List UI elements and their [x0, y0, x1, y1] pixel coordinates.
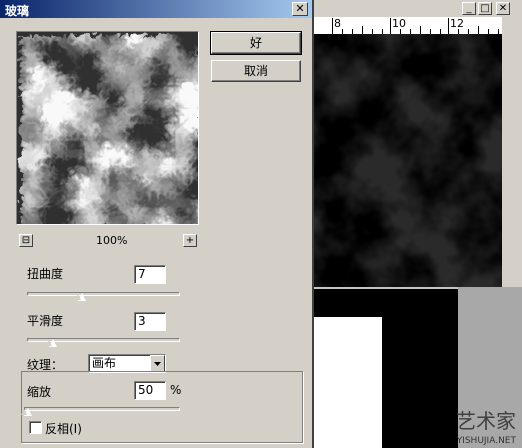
smoothness-input[interactable]: 3	[134, 312, 166, 331]
dialog-title: 玻璃	[5, 4, 30, 18]
ruler-label: 10	[392, 17, 406, 30]
invert-checkbox[interactable]	[29, 421, 42, 434]
maximize-icon: □	[480, 3, 490, 14]
distortion-input[interactable]: 7	[134, 265, 166, 284]
distortion-label: 扭曲度	[27, 267, 64, 281]
zoom-out-button[interactable]: ⊟	[19, 234, 33, 247]
zoom-in-icon: +	[185, 235, 195, 246]
zoom-in-button[interactable]: +	[183, 234, 197, 247]
scaling-label: 缩放	[27, 385, 52, 399]
document-canvas	[312, 34, 502, 287]
texture-selected-value: 画布	[92, 356, 117, 370]
invert-label: 反相(I)	[45, 422, 82, 436]
close-icon: ✕	[498, 3, 508, 14]
zoom-out-icon: ⊟	[21, 235, 31, 246]
minimize-icon: _	[466, 3, 472, 14]
ruler-label: 12	[450, 17, 464, 30]
cancel-button[interactable]: 取消	[211, 60, 301, 82]
distortion-slider-thumb[interactable]	[74, 293, 86, 301]
scaling-input[interactable]: 50	[134, 381, 166, 400]
smoothness-slider-thumb[interactable]	[45, 339, 57, 347]
maximize-button[interactable]: □	[478, 2, 492, 15]
zoom-level: 100%	[96, 234, 128, 247]
ruler-label: 8	[334, 17, 341, 30]
document-close-button[interactable]: ✕	[496, 2, 510, 15]
document-titlebar: _ □ ✕	[312, 0, 522, 17]
dropdown-button[interactable]	[150, 355, 165, 372]
ok-button[interactable]: 好	[210, 31, 302, 55]
watermark-logo: 艺术家	[456, 409, 516, 433]
scaling-slider-thumb[interactable]	[21, 408, 32, 416]
glass-filter-dialog: 玻璃 ✕ ⊟ 100% + 好 取消 扭曲度 7 平滑度 3 纹理： 画布 缩放…	[0, 0, 314, 448]
minimize-button[interactable]: _	[462, 2, 476, 15]
close-button[interactable]: ✕	[292, 2, 308, 16]
distortion-slider-track[interactable]	[27, 292, 180, 296]
chevron-down-icon	[154, 362, 161, 366]
vertical-scrollbar[interactable]	[502, 17, 522, 287]
scaling-unit: %	[170, 383, 182, 397]
filter-preview[interactable]	[16, 31, 199, 225]
close-icon: ✕	[295, 2, 305, 15]
cancel-label: 取消	[243, 64, 268, 78]
smoothness-label: 平滑度	[27, 314, 64, 328]
white-layer	[312, 317, 382, 448]
watermark-url: YISHUJIA.NET	[456, 436, 516, 446]
horizontal-ruler: 8 10 12	[312, 17, 502, 35]
scaling-slider-track[interactable]	[24, 407, 180, 411]
dialog-titlebar[interactable]: 玻璃 ✕	[0, 0, 312, 18]
ok-label: 好	[249, 36, 262, 50]
